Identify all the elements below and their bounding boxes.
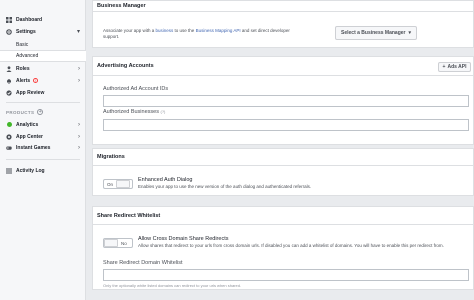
migrations-panel: Migrations On Enhanced Auth Dialog Enabl… — [92, 148, 474, 196]
sidebar-item-label: Basic — [16, 41, 29, 48]
plus-icon: + — [442, 64, 446, 70]
toggle-knob — [116, 180, 131, 188]
chevron-down-icon: ▾ — [408, 30, 411, 36]
panel-title: Business Manager — [97, 3, 146, 9]
business-manager-description: Associate your app with a business to us… — [103, 28, 303, 40]
enhanced-auth-title: Enhanced Auth Dialog — [138, 177, 193, 183]
sidebar-item-label: Alerts — [16, 77, 31, 84]
desc-text: Associate your app with a — [103, 28, 156, 33]
toggle-state-label: On — [107, 181, 114, 187]
chevron-right-icon: › — [78, 133, 80, 140]
sidebar-item-app-center[interactable]: App Center › — [0, 131, 86, 142]
analytics-icon — [6, 122, 12, 128]
chevron-right-icon: › — [78, 121, 80, 128]
advertising-accounts-panel: Advertising Accounts + Ads API Authorize… — [92, 56, 474, 145]
sidebar-item-analytics[interactable]: Analytics › — [0, 119, 86, 130]
alert-badge: ! — [33, 78, 39, 83]
list-icon — [6, 168, 12, 174]
business-manager-panel: Business Manager Associate your app with… — [92, 0, 474, 48]
authorized-ad-ids-label: Authorized Ad Account IDs — [103, 86, 169, 92]
whitelist-label: Share Redirect Domain Whitelist — [103, 260, 183, 266]
toggle-state-label: No — [121, 240, 127, 246]
check-circle-icon — [6, 89, 12, 96]
gear-icon — [6, 28, 12, 35]
cross-domain-toggle[interactable]: No — [103, 238, 133, 248]
sidebar-item-dashboard[interactable]: Dashboard — [0, 14, 86, 25]
chevron-down-icon: ▾ — [76, 29, 80, 35]
sidebar: Dashboard Settings ▾ Basic Advanced Role… — [0, 0, 86, 300]
sidebar-item-advanced[interactable]: Advanced — [0, 50, 86, 62]
sidebar-item-roles[interactable]: Roles › — [0, 63, 86, 74]
dashboard-icon — [6, 16, 12, 23]
sidebar-divider — [6, 159, 80, 160]
sidebar-item-basic[interactable]: Basic — [0, 39, 86, 50]
sidebar-item-label: Dashboard — [16, 16, 43, 23]
share-redirect-panel: Share Redirect Whitelist No Allow Cross … — [92, 206, 474, 290]
app-center-icon — [6, 133, 12, 140]
sidebar-item-label: App Center — [16, 133, 43, 140]
sidebar-item-label: Analytics — [16, 121, 39, 128]
panel-title: Migrations — [97, 154, 125, 160]
business-manager-title: Business Manager — [93, 1, 473, 12]
button-label: Select a Business Manager — [341, 30, 406, 36]
select-business-manager-button[interactable]: Select a Business Manager ▾ — [335, 26, 417, 40]
sidebar-item-instant-games[interactable]: Instant Games › — [0, 142, 86, 153]
enhanced-auth-description: Enables your app to use the new version … — [138, 184, 312, 189]
gamepad-icon — [6, 145, 12, 151]
add-ads-api-button[interactable]: + Ads API — [438, 62, 471, 72]
sidebar-item-label: Activity Log — [16, 167, 45, 174]
migrations-header: Migrations — [93, 149, 473, 166]
cross-domain-title: Allow Cross Domain Share Redirects — [138, 236, 229, 242]
sidebar-item-app-review[interactable]: App Review — [0, 87, 86, 98]
whitelist-input[interactable] — [103, 269, 469, 281]
products-header-label: PRODUCTS — [6, 109, 35, 115]
business-link[interactable]: business — [156, 28, 174, 33]
sidebar-item-label: Advanced — [16, 53, 39, 59]
bell-icon — [6, 78, 12, 84]
sidebar-item-label: Settings — [16, 28, 36, 35]
enhanced-auth-toggle[interactable]: On — [103, 179, 133, 189]
add-product-icon[interactable]: + — [37, 109, 44, 115]
info-icon[interactable]: (?) — [160, 109, 165, 114]
authorized-businesses-label: Authorized Businesses (?) — [103, 109, 165, 115]
chevron-right-icon: › — [78, 65, 80, 72]
business-mapping-api-link[interactable]: Business Mapping API — [196, 28, 241, 33]
whitelist-helper-text: Only the optionally white listed domains… — [103, 283, 242, 288]
button-label: Ads API — [447, 64, 467, 70]
sidebar-item-label: Roles — [16, 65, 30, 72]
person-icon — [6, 65, 12, 72]
sidebar-item-label: App Review — [16, 89, 45, 96]
toggle-knob — [104, 239, 118, 247]
sidebar-item-label: Instant Games — [16, 144, 51, 151]
panel-title: Share Redirect Whitelist — [97, 212, 161, 219]
sidebar-divider — [6, 102, 80, 103]
cross-domain-description: Allow shares that redirect to your urls … — [138, 243, 444, 248]
panel-title: Advertising Accounts — [97, 63, 154, 69]
authorized-ad-ids-input[interactable] — [103, 95, 469, 107]
sidebar-item-activity-log[interactable]: Activity Log — [0, 165, 86, 176]
sidebar-item-settings[interactable]: Settings ▾ — [0, 26, 86, 37]
share-redirect-header: Share Redirect Whitelist — [93, 207, 473, 225]
advertising-accounts-header: Advertising Accounts — [93, 57, 473, 76]
products-header: PRODUCTS + — [6, 109, 44, 115]
authorized-businesses-input[interactable] — [103, 119, 469, 131]
chevron-right-icon: › — [78, 144, 80, 151]
desc-text: to use the — [173, 28, 196, 33]
sidebar-item-alerts[interactable]: Alerts ! › — [0, 75, 86, 86]
chevron-right-icon: › — [78, 77, 80, 84]
label-text: Authorized Businesses — [103, 109, 159, 115]
